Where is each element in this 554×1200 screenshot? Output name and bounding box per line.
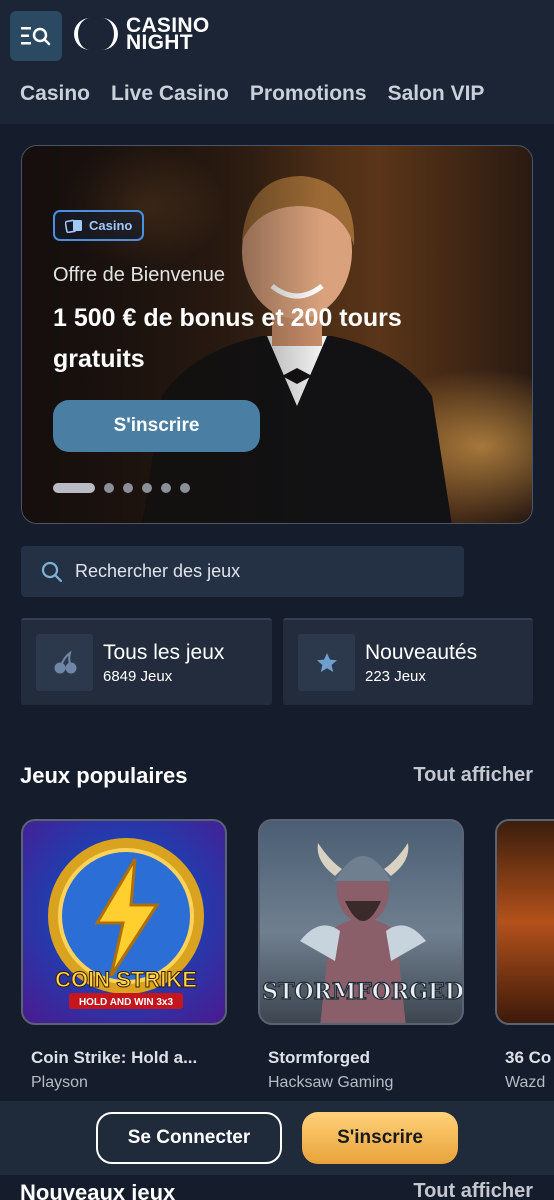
category-count: 6849 Jeux <box>103 667 173 685</box>
star-icon <box>316 652 337 672</box>
carousel-dot[interactable] <box>104 483 114 493</box>
game-title: Coin Strike: Hold a... <box>31 1048 198 1067</box>
coin-strike-sub-text: HOLD AND WIN 3x3 <box>79 997 174 1008</box>
moon-logo-icon <box>74 18 118 50</box>
welcome-offer-banner[interactable]: Casino Offre de Bienvenue 1 500 € de bon… <box>21 145 533 524</box>
game-title: 36 Co <box>505 1048 552 1067</box>
category-new-games[interactable]: Nouveautés 223 Jeux <box>283 618 533 705</box>
game-provider: Playson <box>31 1074 88 1091</box>
search-input[interactable] <box>75 561 435 582</box>
game-thumbnail[interactable] <box>495 819 554 1025</box>
auth-bottom-bar: Se Connecter S'inscrire <box>0 1101 554 1175</box>
nav-live-casino[interactable]: Live Casino <box>111 82 229 106</box>
signup-button[interactable]: S'inscrire <box>302 1112 458 1164</box>
casino-badge: Casino <box>53 210 145 241</box>
nav-casino[interactable]: Casino <box>20 82 90 106</box>
game-title: Stormforged <box>268 1048 370 1067</box>
game-provider: Wazd <box>505 1074 546 1091</box>
game-card[interactable]: COIN STRIKE HOLD AND WIN 3x3 Coin Strike… <box>21 819 227 1092</box>
category-all-games[interactable]: Tous les jeux 6849 Jeux <box>21 618 272 705</box>
casino-badge-label: Casino <box>89 218 133 233</box>
game-card[interactable]: 36 Co Wazd <box>495 819 554 1092</box>
casino-night-logo[interactable]: CASINO NIGHT <box>72 15 209 53</box>
offer-kicker: Offre de Bienvenue <box>53 264 225 286</box>
popular-games-heading: Jeux populaires <box>20 763 188 788</box>
offer-title: 1 500 € de bonus et 200 tours gratuits <box>53 304 402 373</box>
new-games-heading: Nouveaux jeux <box>20 1180 176 1200</box>
popular-games-row: COIN STRIKE HOLD AND WIN 3x3 Coin Strike… <box>21 819 554 1099</box>
game-thumbnail[interactable]: STORMFORGED <box>258 819 464 1025</box>
game-thumbnail[interactable]: COIN STRIKE HOLD AND WIN 3x3 <box>21 819 227 1025</box>
popular-see-all-link[interactable]: Tout afficher <box>413 764 533 787</box>
carousel-dot-active[interactable] <box>53 483 95 493</box>
category-count: 223 Jeux <box>365 667 426 685</box>
login-button[interactable]: Se Connecter <box>96 1112 282 1164</box>
category-title: Nouveautés <box>365 640 478 664</box>
coin-strike-logo-text: COIN STRIKE <box>55 967 197 992</box>
cherries-icon <box>54 650 76 673</box>
nav-salon-vip[interactable]: Salon VIP <box>388 82 485 106</box>
nav-promotions[interactable]: Promotions <box>250 82 367 106</box>
cards-icon <box>65 219 82 233</box>
hero-signup-button[interactable]: S'inscrire <box>53 400 260 452</box>
game-provider: Hacksaw Gaming <box>268 1074 394 1091</box>
carousel-dots <box>53 483 190 493</box>
stormforged-art: STORMFORGED <box>262 843 464 1023</box>
menu-search-button[interactable] <box>10 11 62 61</box>
top-header: CASINO NIGHT Casino Live Casino Promotio… <box>0 0 554 124</box>
menu-search-icon <box>21 27 51 46</box>
search-icon <box>41 561 63 582</box>
coin-strike-art: COIN STRIKE HOLD AND WIN 3x3 <box>48 838 204 1009</box>
category-title: Tous les jeux <box>103 640 225 664</box>
stormforged-logo-text: STORMFORGED <box>262 979 464 1005</box>
game-search-bar[interactable] <box>21 546 464 597</box>
carousel-dot[interactable] <box>180 483 190 493</box>
carousel-dot[interactable] <box>123 483 133 493</box>
new-games-see-all-link[interactable]: Tout afficher <box>413 1180 533 1200</box>
game-card[interactable]: STORMFORGED Stormforged Hacksaw Gaming <box>258 819 464 1092</box>
carousel-dot[interactable] <box>142 483 152 493</box>
main-nav: Casino Live Casino Promotions Salon VIP <box>20 82 484 106</box>
carousel-dot[interactable] <box>161 483 171 493</box>
